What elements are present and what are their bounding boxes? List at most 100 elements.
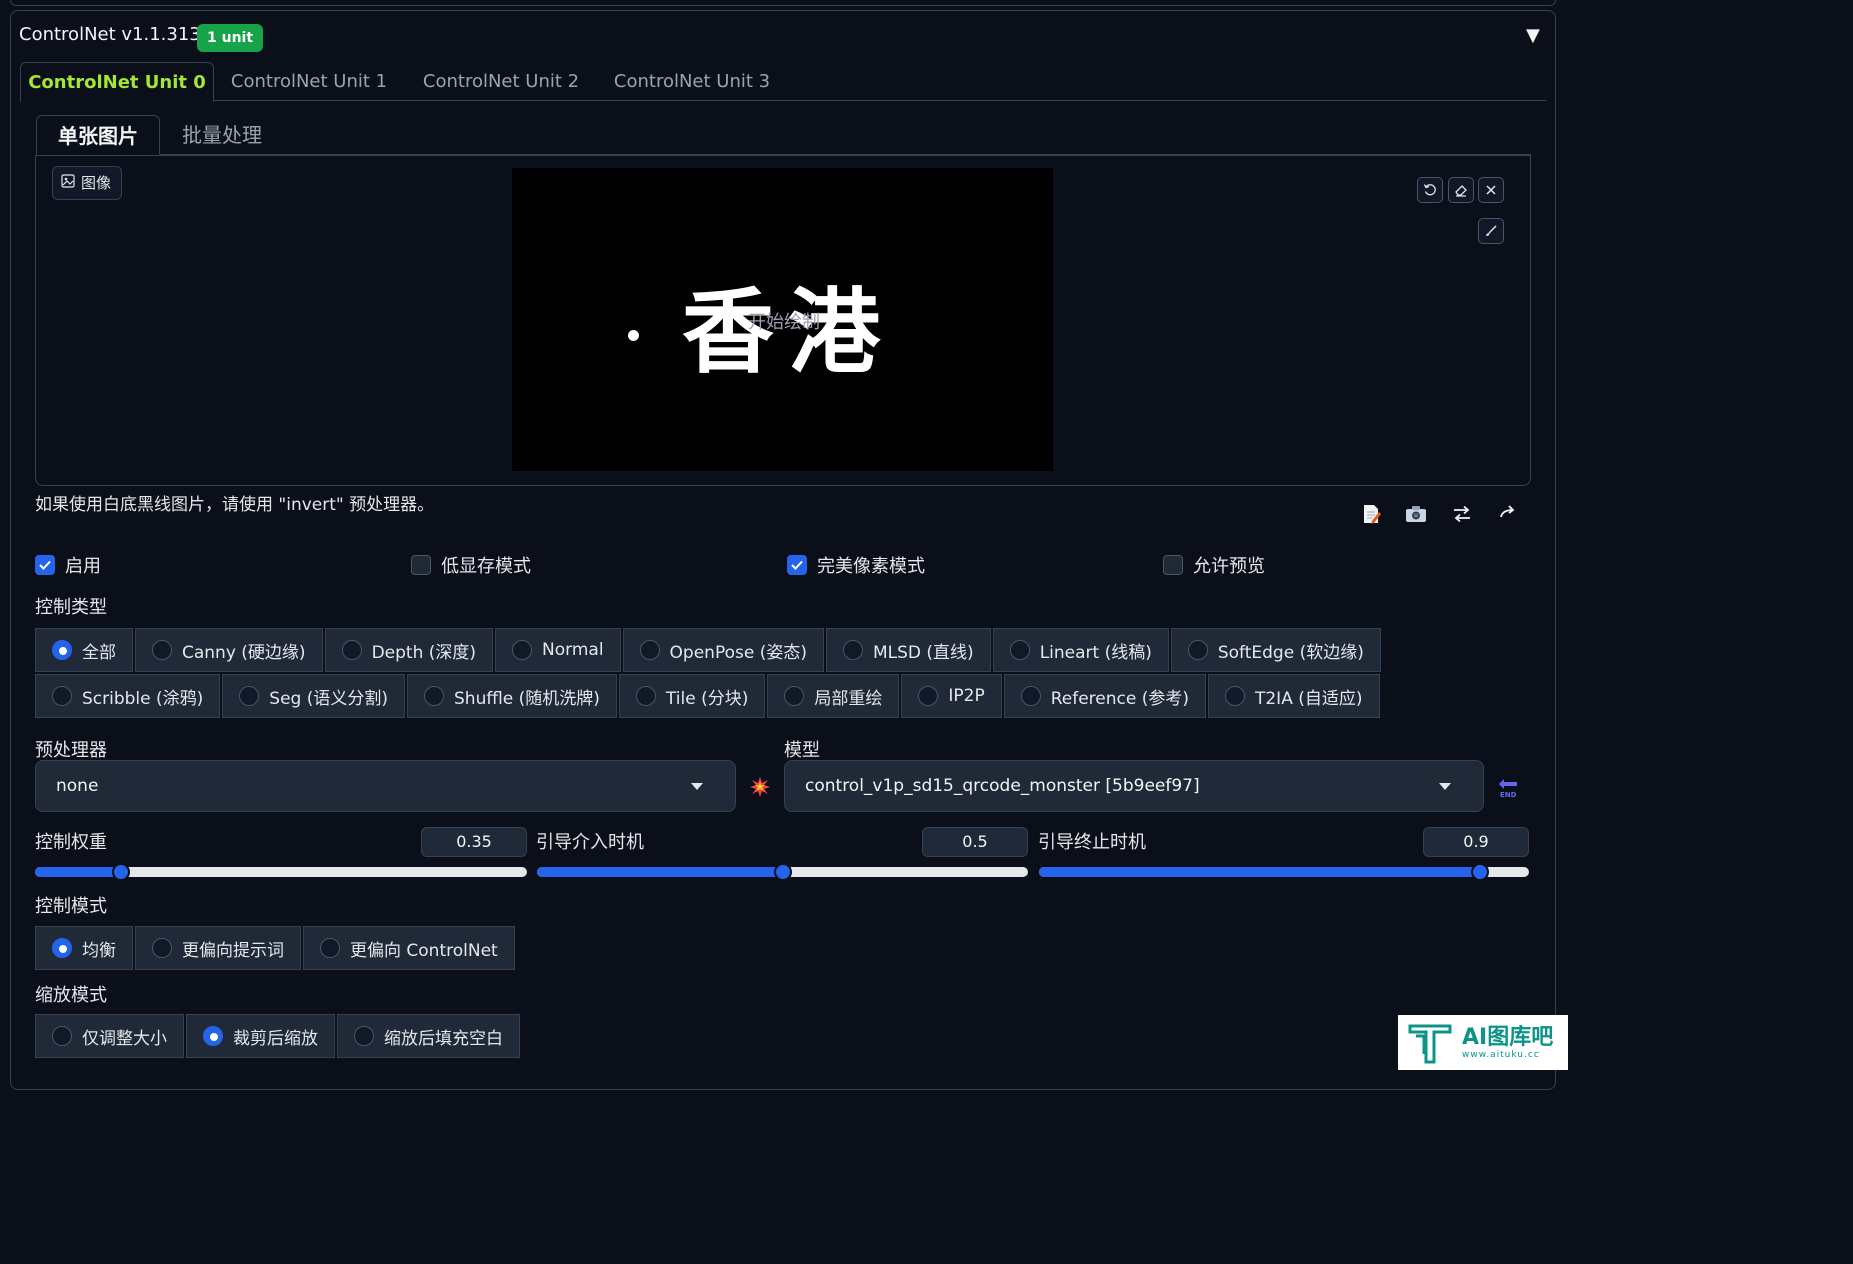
radio-label: MLSD (直线): [872, 642, 974, 663]
radio-dot[interactable]: [512, 640, 533, 660]
tab-unit-0[interactable]: ControlNet Unit 0: [20, 62, 214, 102]
radio-dot[interactable]: [52, 640, 72, 660]
tab-unit-2[interactable]: ControlNet Unit 2: [415, 62, 587, 102]
resize-mode-crop[interactable]: 裁剪后缩放: [186, 1014, 335, 1058]
slider-thumb[interactable]: [1471, 863, 1489, 881]
undo-icon[interactable]: [1417, 177, 1443, 203]
checkbox-label: 低显存模式: [441, 556, 531, 577]
tab-unit-1[interactable]: ControlNet Unit 1: [224, 62, 394, 102]
radio-dot[interactable]: [152, 640, 172, 660]
control-mode-balanced[interactable]: 均衡: [35, 926, 133, 970]
resize-mode-label: 缩放模式: [35, 985, 107, 1006]
checkbox-box[interactable]: [411, 555, 431, 575]
radio-dot[interactable]: [842, 640, 863, 660]
control-weight-input[interactable]: 0.35: [421, 827, 527, 857]
edit-note-icon[interactable]: [1357, 500, 1385, 528]
tab-batch[interactable]: 批量处理: [166, 115, 278, 155]
control-type-shuffle[interactable]: Shuffle (随机洗牌): [407, 674, 617, 718]
resize-mode-just-resize[interactable]: 仅调整大小: [35, 1014, 184, 1058]
pixel-perfect-checkbox[interactable]: 完美像素模式: [787, 552, 925, 578]
radio-dot[interactable]: [52, 1026, 72, 1046]
guidance-end-slider[interactable]: [1039, 863, 1529, 881]
radio-dot[interactable]: [239, 686, 260, 706]
radio-dot[interactable]: [354, 1026, 374, 1046]
brush-icon[interactable]: [1478, 218, 1504, 244]
control-weight-slider[interactable]: [35, 863, 527, 881]
guidance-start-slider[interactable]: [537, 863, 1028, 881]
control-type-depth[interactable]: Depth (深度): [324, 628, 494, 672]
checkbox-label: 完美像素模式: [817, 556, 925, 577]
explosion-run-icon[interactable]: [749, 776, 771, 802]
radio-dot[interactable]: [635, 686, 656, 706]
control-type-seg[interactable]: Seg (语义分割): [222, 674, 406, 718]
radio-label: 全部: [82, 642, 116, 663]
resize-mode-fill[interactable]: 缩放后填充空白: [337, 1014, 520, 1058]
model-label: 模型: [784, 740, 820, 761]
radio-dot[interactable]: [52, 686, 72, 706]
control-type-reference[interactable]: Reference (参考): [1003, 674, 1206, 718]
guidance-end-label: 引导终止时机: [1038, 832, 1146, 853]
radio-label: 裁剪后缩放: [233, 1028, 318, 1049]
enable-checkbox[interactable]: 启用: [35, 552, 101, 578]
allow-preview-checkbox[interactable]: 允许预览: [1163, 552, 1265, 578]
triangle-down-icon[interactable]: ▼: [1526, 25, 1540, 46]
swap-icon[interactable]: [1448, 500, 1476, 528]
radio-label: Reference (参考): [1050, 688, 1189, 709]
radio-dot[interactable]: [1187, 640, 1208, 660]
radio-dot[interactable]: [1224, 686, 1245, 706]
control-type-all[interactable]: 全部: [35, 628, 133, 672]
radio-label: Lineart (线稿): [1039, 642, 1152, 663]
control-type-t2ia[interactable]: T2IA (自适应): [1207, 674, 1380, 718]
radio-label: 均衡: [82, 940, 116, 961]
camera-icon[interactable]: [1402, 500, 1430, 528]
radio-dot[interactable]: [203, 1026, 223, 1046]
control-type-scribble[interactable]: Scribble (涂鸦): [35, 674, 221, 718]
radio-label: 仅调整大小: [82, 1028, 167, 1049]
radio-dot[interactable]: [341, 640, 362, 660]
model-select[interactable]: control_v1p_sd15_qrcode_monster [5b9eef9…: [784, 760, 1484, 812]
radio-dot[interactable]: [639, 640, 660, 660]
tab-unit-3[interactable]: ControlNet Unit 3: [606, 62, 778, 102]
radio-dot[interactable]: [1020, 686, 1041, 706]
radio-dot[interactable]: [918, 686, 939, 706]
control-type-mlsd[interactable]: MLSD (直线): [825, 628, 991, 672]
control-type-canny[interactable]: Canny (硬边缘): [135, 628, 323, 672]
radio-dot[interactable]: [784, 686, 805, 706]
control-mode-controlnet[interactable]: 更偏向 ControlNet: [303, 926, 515, 970]
control-type-inpaint[interactable]: 局部重绘: [767, 674, 900, 718]
control-mode-prompt[interactable]: 更偏向提示词: [135, 926, 301, 970]
checkbox-label: 启用: [65, 556, 101, 577]
guidance-start-input[interactable]: 0.5: [922, 827, 1028, 857]
radio-label: Normal: [542, 640, 604, 660]
preprocessor-select[interactable]: none: [35, 760, 736, 812]
checkbox-box[interactable]: [1163, 555, 1183, 575]
send-up-icon[interactable]: [1494, 498, 1522, 526]
checkbox-box[interactable]: [35, 555, 55, 575]
radio-label: 缩放后填充空白: [384, 1028, 503, 1049]
radio-dot[interactable]: [424, 686, 445, 706]
panel-title[interactable]: ControlNet v1.1.313: [19, 24, 201, 45]
control-type-tile[interactable]: Tile (分块): [618, 674, 766, 718]
control-type-normal[interactable]: Normal: [495, 628, 621, 672]
control-type-lineart[interactable]: Lineart (线稿): [992, 628, 1169, 672]
close-icon[interactable]: [1478, 177, 1504, 203]
control-type-openpose[interactable]: OpenPose (姿态): [622, 628, 824, 672]
radio-label: Seg (语义分割): [269, 688, 389, 709]
control-type-ip2p[interactable]: IP2P: [901, 674, 1002, 718]
radio-dot[interactable]: [152, 938, 172, 958]
radio-dot[interactable]: [52, 938, 72, 958]
control-type-softedge[interactable]: SoftEdge (软边缘): [1170, 628, 1381, 672]
slider-fill: [537, 867, 783, 877]
slider-thumb[interactable]: [112, 863, 131, 881]
eraser-icon[interactable]: [1448, 177, 1474, 203]
radio-dot[interactable]: [1009, 640, 1030, 660]
checkbox-box[interactable]: [787, 555, 807, 575]
refresh-models-icon[interactable]: END: [1496, 776, 1520, 804]
slider-thumb[interactable]: [773, 863, 792, 881]
radio-label: T2IA (自适应): [1254, 688, 1363, 709]
guidance-end-input[interactable]: 0.9: [1423, 827, 1529, 857]
low-vram-checkbox[interactable]: 低显存模式: [411, 552, 531, 578]
radio-dot[interactable]: [320, 938, 340, 958]
control-mode-group: 均衡 更偏向提示词 更偏向 ControlNet: [35, 926, 515, 970]
tab-single-image[interactable]: 单张图片: [36, 115, 160, 155]
